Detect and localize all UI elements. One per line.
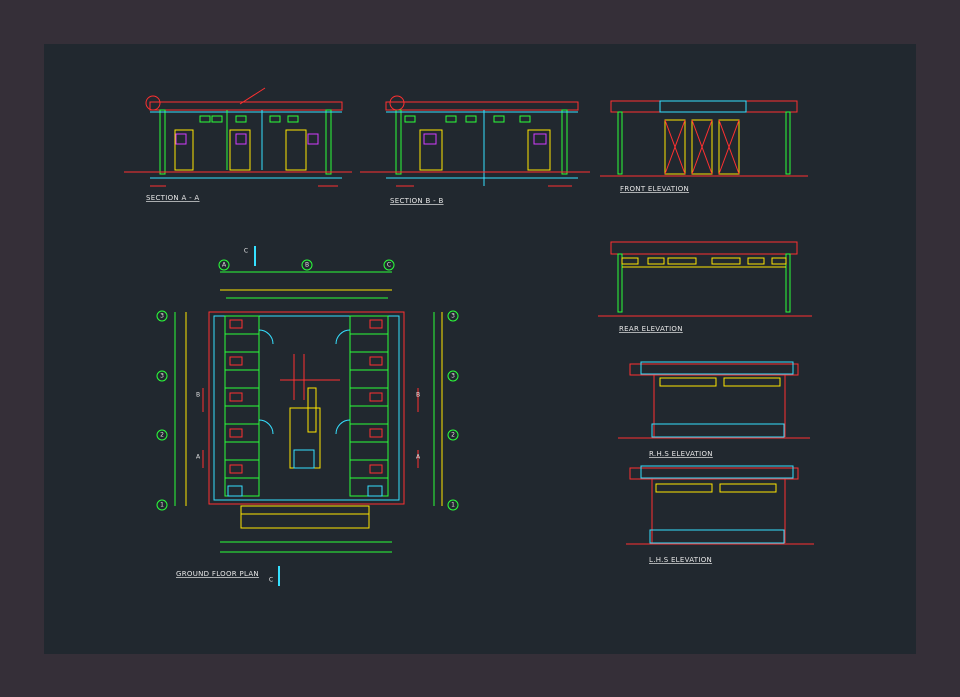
grid-bubbles-left: 3 3 2 1 <box>156 310 168 511</box>
grid-bubble-label: 3 <box>451 313 455 320</box>
front-elevation-drawing <box>600 100 808 177</box>
front-elevation-label: FRONT ELEVATION <box>620 185 689 193</box>
grid-bubble-label: 1 <box>451 502 455 509</box>
section-a-label: SECTION A - A <box>146 194 200 202</box>
section-mark-label: C <box>269 577 273 584</box>
section-b-label: SECTION B - B <box>390 197 444 205</box>
rear-elevation-label: REAR ELEVATION <box>619 325 683 333</box>
grid-bubble-label: 3 <box>160 313 164 320</box>
drawing-canvas: SECTION A - A SECTION B - B FRONT ELEVAT… <box>124 87 814 586</box>
grid-bubble-label: 2 <box>451 432 455 439</box>
grid-bubbles-right: 3 3 2 1 <box>447 310 459 511</box>
section-mark-label: C <box>244 248 248 255</box>
lhs-elevation-label: L.H.S ELEVATION <box>649 556 712 564</box>
grid-bubble-label: B <box>305 262 309 269</box>
section-b-drawing <box>360 95 590 187</box>
ground-floor-plan-drawing <box>174 246 443 586</box>
grid-bubble-label: C <box>387 262 391 269</box>
grid-bubbles-top: A B C <box>218 259 395 271</box>
lhs-elevation-drawing <box>626 465 814 545</box>
grid-bubble-label: 2 <box>160 432 164 439</box>
rhs-elevation-drawing <box>618 361 810 439</box>
grid-bubble-label: 1 <box>160 502 164 509</box>
ground-floor-plan-label: GROUND FLOOR PLAN <box>176 570 259 578</box>
section-mark-label: A <box>416 454 421 461</box>
cad-viewport: SECTION A - A SECTION B - B FRONT ELEVAT… <box>0 0 960 697</box>
section-mark-label: B <box>416 392 420 399</box>
grid-bubble-label: A <box>222 262 227 269</box>
section-mark-label: A <box>196 454 201 461</box>
grid-bubble-label: 3 <box>160 373 164 380</box>
rear-elevation-drawing <box>598 241 812 317</box>
rhs-elevation-label: R.H.S ELEVATION <box>649 450 713 458</box>
section-mark-label: B <box>196 392 200 399</box>
grid-bubble-label: 3 <box>451 373 455 380</box>
section-a-drawing <box>124 87 352 187</box>
